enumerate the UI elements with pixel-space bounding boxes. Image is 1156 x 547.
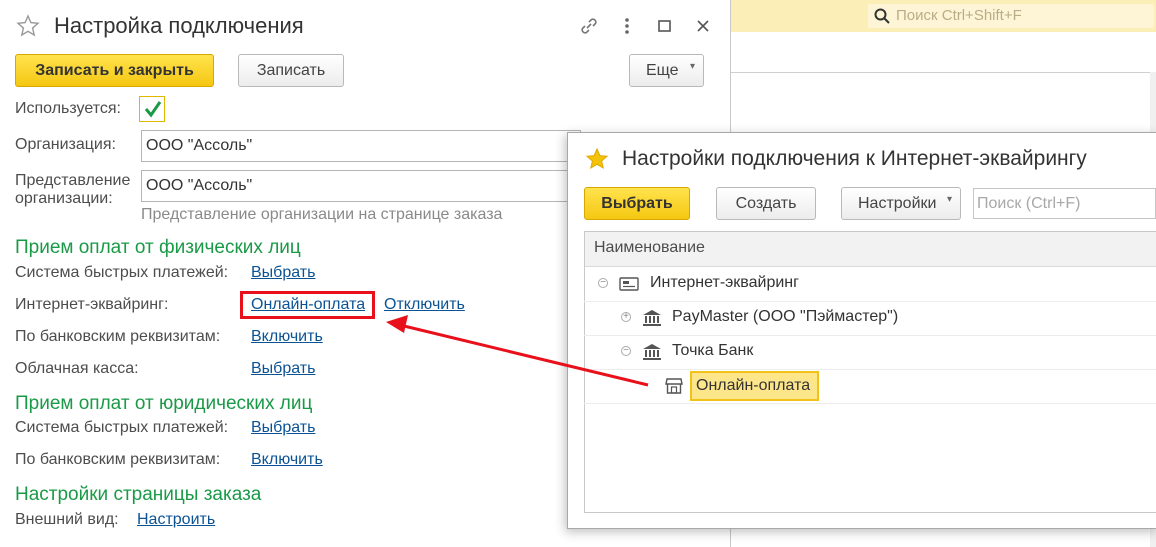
org-representation-label-line2: организации: — [15, 190, 113, 207]
save-button[interactable]: Записать — [238, 54, 344, 87]
section-individuals-title: Прием оплат от физических лиц — [15, 237, 301, 258]
save-and-close-button[interactable]: Записать и закрыть — [15, 54, 214, 87]
appearance-label: Внешний вид: — [15, 511, 119, 528]
organization-field[interactable]: ООО "Ассоль" — [141, 130, 581, 162]
paymaster-label: PayMaster (ООО "Пэймастер") — [672, 308, 899, 325]
dialog-search-placeholder: Поиск (Ctrl+F) — [977, 195, 1081, 212]
disable-acquiring-link[interactable]: Отключить — [384, 296, 465, 314]
individuals-bank-details-label: По банковским реквизитам: — [15, 328, 221, 345]
online-payment-link[interactable]: Онлайн-оплата — [251, 296, 365, 314]
online-payment-item-label: Онлайн-оплата — [696, 377, 811, 394]
tree-row-tochka-bank[interactable]: − Точка Банк — [584, 335, 1156, 369]
internet-acquiring-label: Интернет-эквайринг: — [15, 296, 169, 313]
global-search-placeholder: Поиск Ctrl+Shift+F — [896, 7, 1022, 24]
favorite-star-icon[interactable] — [585, 147, 609, 171]
individuals-bank-details-enable-link[interactable]: Включить — [251, 328, 323, 346]
bank-icon — [643, 344, 661, 360]
dialog-title: Настройки подключения к Интернет-эквайри… — [622, 147, 1087, 170]
dialog-select-button[interactable]: Выбрать — [584, 187, 690, 220]
search-icon — [874, 8, 890, 24]
dialog-search-input[interactable]: Поиск (Ctrl+F) — [973, 188, 1156, 219]
dialog-settings-button[interactable]: Настройки ▾ — [841, 187, 961, 220]
used-checkbox[interactable] — [139, 96, 165, 122]
more-actions-icon[interactable] — [620, 15, 634, 37]
legal-bank-details-enable-link[interactable]: Включить — [251, 451, 323, 469]
expand-icon[interactable]: + — [621, 312, 631, 322]
column-header-name: Наименование — [594, 239, 705, 256]
global-search-input[interactable]: Поиск Ctrl+Shift+F — [868, 4, 1154, 28]
link-icon[interactable] — [578, 15, 600, 37]
legal-sbp-label: Система быстрых платежей: — [15, 419, 229, 436]
org-representation-label-line1: Представление — [15, 172, 131, 189]
org-representation-hint: Представление организации на странице за… — [141, 206, 503, 223]
maximize-icon[interactable] — [656, 17, 674, 35]
form-title: Настройка подключения — [54, 13, 304, 38]
collapse-icon[interactable]: − — [598, 278, 608, 288]
tree-root-label: Интернет-эквайринг — [650, 274, 799, 291]
store-icon — [665, 378, 683, 394]
favorite-star-icon[interactable] — [16, 14, 40, 38]
terminal-icon — [619, 277, 639, 291]
used-label: Используется: — [15, 100, 121, 117]
selected-item-highlight: Онлайн-оплата — [690, 371, 819, 401]
checkmark-icon — [144, 101, 162, 118]
collapse-icon[interactable]: − — [621, 346, 631, 356]
legal-bank-details-label: По банковским реквизитам: — [15, 451, 221, 468]
dialog-settings-label: Настройки — [858, 194, 937, 212]
more-menu-label: Еще — [646, 61, 679, 79]
tochka-bank-label: Точка Банк — [672, 342, 754, 359]
table-header: Наименование — [585, 232, 1156, 267]
tree-row-paymaster[interactable]: + PayMaster (ООО "Пэймастер") — [584, 301, 1156, 335]
legal-sbp-select-link[interactable]: Выбрать — [251, 419, 315, 437]
individuals-sbp-select-link[interactable]: Выбрать — [251, 264, 315, 282]
chevron-down-icon: ▾ — [946, 194, 952, 205]
bank-icon — [643, 310, 661, 326]
individuals-sbp-label: Система быстрых платежей: — [15, 264, 229, 281]
section-legal-title: Прием оплат от юридических лиц — [15, 393, 313, 414]
background-divider — [730, 72, 1156, 73]
acquiring-settings-dialog: Настройки подключения к Интернет-эквайри… — [567, 132, 1156, 529]
close-icon[interactable] — [694, 17, 712, 35]
organization-label: Организация: — [15, 136, 116, 153]
appearance-configure-link[interactable]: Настроить — [137, 511, 215, 529]
row-divider — [584, 403, 1156, 404]
tree-row-root[interactable]: − Интернет-эквайринг — [584, 267, 1156, 301]
chevron-down-icon: ▾ — [689, 61, 695, 72]
dialog-create-button[interactable]: Создать — [716, 187, 816, 220]
section-order-page-title: Настройки страницы заказа — [15, 484, 262, 505]
tree-row-online-payment[interactable]: Онлайн-оплата — [584, 369, 1156, 403]
cloud-cashbox-label: Облачная касса: — [15, 360, 139, 377]
cloud-cashbox-select-link[interactable]: Выбрать — [251, 360, 315, 378]
more-menu-button[interactable]: Еще ▾ — [629, 54, 704, 87]
org-representation-field[interactable]: ООО "Ассоль" — [141, 170, 581, 202]
